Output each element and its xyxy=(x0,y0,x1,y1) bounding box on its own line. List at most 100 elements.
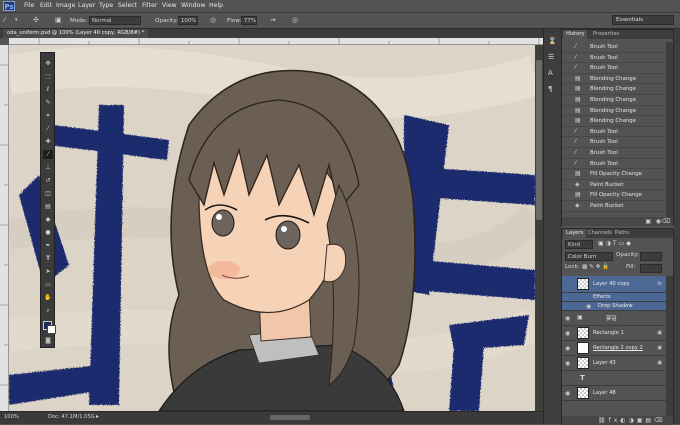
layer-fill-field[interactable] xyxy=(640,264,662,273)
move-tool-icon[interactable]: ✥ xyxy=(43,59,53,68)
history-item[interactable]: ▤ Fill Opacity Change xyxy=(562,169,666,180)
gradient-tool-icon[interactable]: ▤ xyxy=(43,202,53,211)
history-item[interactable]: ⁄ Brush Tool xyxy=(562,42,666,53)
eyedropper-tool-icon[interactable]: ⁄ xyxy=(43,124,53,133)
history-item[interactable]: ⁄ Brush Tool xyxy=(562,63,666,74)
layer-fx-icon[interactable]: fx xyxy=(657,281,662,287)
camera-icon[interactable]: ◉ xyxy=(656,218,661,225)
dodge-tool-icon[interactable]: ● xyxy=(43,228,53,237)
healing-tool-icon[interactable]: ✚ xyxy=(43,137,53,146)
brush-tool-icon[interactable]: ⁄ xyxy=(43,150,53,159)
history-scrollbar[interactable] xyxy=(666,42,673,217)
layer-footer-icons[interactable]: ⛓fx◐◑▣▤⌫ xyxy=(598,417,666,424)
history-item[interactable]: ▤ Blending Change xyxy=(562,95,666,106)
dropdown-arrow-icon[interactable]: ▾ xyxy=(15,15,18,25)
filter-icons[interactable]: ▣◑T▭◆ xyxy=(598,240,633,247)
history-brush-tool-icon[interactable]: ↺ xyxy=(43,176,53,185)
history-item[interactable]: ▤ Blending Change xyxy=(562,116,666,127)
status-menu-arrow-icon[interactable]: ▸ xyxy=(96,413,99,420)
eraser-tool-icon[interactable]: ◫ xyxy=(43,189,53,198)
airbrush-icon[interactable]: ⇝ xyxy=(270,15,276,25)
pressure-size-icon[interactable]: ◎ xyxy=(292,15,298,25)
hand-tool-icon[interactable]: ✋ xyxy=(43,293,53,302)
layer-row[interactable]: ◉ Rectangle 2 copy 2 ▣ xyxy=(562,341,666,356)
layer-row[interactable]: ◉ Layer 43 ▣ xyxy=(562,356,666,371)
lock-icons[interactable]: ▩✎✥🔒 xyxy=(582,264,611,270)
menu-filter[interactable]: Filter xyxy=(142,0,157,12)
mode-select[interactable]: Normal xyxy=(89,16,141,25)
visibility-toggle-icon[interactable]: ◉ xyxy=(565,345,570,352)
menu-type[interactable]: Type xyxy=(99,0,113,12)
history-item[interactable]: ▤ Fill Opacity Change xyxy=(562,190,666,201)
workspace-select[interactable]: Essentials xyxy=(612,15,674,25)
visibility-toggle-icon[interactable]: ◉ xyxy=(565,330,570,337)
trash-icon[interactable]: ⌫ xyxy=(662,218,670,225)
effect-visibility-icon[interactable]: ◉ xyxy=(586,303,591,310)
brush-preset-icon[interactable]: ✣ xyxy=(33,15,39,25)
layer-opacity-field[interactable] xyxy=(640,252,662,261)
pressure-opacity-icon[interactable]: ◎ xyxy=(210,15,216,25)
horizontal-scroll-thumb[interactable] xyxy=(270,415,310,420)
opacity-field[interactable]: 100% xyxy=(178,16,198,25)
tab-layers[interactable]: Layers xyxy=(563,229,587,238)
menu-layer[interactable]: Layer xyxy=(78,0,95,12)
tab-paths[interactable]: Paths xyxy=(612,229,632,238)
marquee-tool-icon[interactable]: ⬚ xyxy=(43,72,53,81)
zoom-tool-icon[interactable]: ⌕ xyxy=(43,306,53,315)
menu-file[interactable]: File xyxy=(24,0,34,12)
history-panel-icon[interactable]: ⌛ xyxy=(548,37,557,45)
character-panel-icon[interactable]: A xyxy=(548,69,553,77)
document-tab[interactable]: oda_uniform.psd @ 100% (Layer 40 copy, R… xyxy=(3,29,149,38)
blend-mode-select[interactable]: Color Burn xyxy=(565,252,613,261)
quick-mask-icon[interactable]: ◙ xyxy=(43,336,53,345)
document-canvas[interactable] xyxy=(9,45,535,411)
history-item[interactable]: ⁄ Brush Tool xyxy=(562,53,666,64)
layer-row[interactable]: Layer 40 copy fx xyxy=(562,276,666,293)
menu-window[interactable]: Window xyxy=(181,0,205,12)
pen-tool-icon[interactable]: ✒ xyxy=(43,241,53,250)
layer-row[interactable]: ◉ Rectangle 1 ▣ xyxy=(562,326,666,341)
layer-filter-kind[interactable]: Kind xyxy=(565,240,593,249)
crop-tool-icon[interactable]: ⌗ xyxy=(43,111,53,120)
brush-panel-icon[interactable]: ▣ xyxy=(55,15,62,25)
history-item[interactable]: ▤ Blending Change xyxy=(562,84,666,95)
panel-scrollbar[interactable] xyxy=(674,29,680,424)
new-document-icon[interactable]: ▣ xyxy=(645,218,651,225)
history-item[interactable]: ⁄ Brush Tool xyxy=(562,127,666,138)
clone-stamp-tool-icon[interactable]: ⊥ xyxy=(43,163,53,172)
visibility-toggle-icon[interactable]: ◉ xyxy=(565,390,570,397)
visibility-toggle-icon[interactable]: ◉ xyxy=(565,360,570,367)
brush-tool-icon[interactable]: ⁄ xyxy=(4,15,5,25)
tab-history[interactable]: History xyxy=(563,30,588,39)
quick-select-tool-icon[interactable]: ✎ xyxy=(43,98,53,107)
visibility-toggle-icon[interactable]: ◉ xyxy=(565,315,570,322)
blur-tool-icon[interactable]: ◆ xyxy=(43,215,53,224)
layer-effect-row[interactable]: ◉ Drop Shadow xyxy=(562,302,666,311)
menu-view[interactable]: View xyxy=(162,0,177,12)
menu-help[interactable]: Help xyxy=(209,0,223,12)
type-tool-icon[interactable]: T xyxy=(43,254,53,263)
history-item[interactable]: ▤ Blending Change xyxy=(562,74,666,85)
shape-tool-icon[interactable]: ▭ xyxy=(43,280,53,289)
scrollbar-thumb[interactable] xyxy=(536,60,542,220)
background-color-swatch[interactable] xyxy=(47,325,56,334)
history-item[interactable]: ⁄ Brush Tool xyxy=(562,159,666,170)
zoom-level[interactable]: 100% xyxy=(4,414,19,420)
path-select-tool-icon[interactable]: ➤ xyxy=(43,267,53,276)
lasso-tool-icon[interactable]: ℓ xyxy=(43,85,53,94)
menu-select[interactable]: Select xyxy=(118,0,137,12)
layer-effects-row[interactable]: Effects xyxy=(562,293,666,302)
properties-panel-icon[interactable]: ☰ xyxy=(548,53,554,61)
layer-row[interactable]: ◉ Layer 48 xyxy=(562,386,666,401)
menu-image[interactable]: Image xyxy=(56,0,75,12)
tab-channels[interactable]: Channels xyxy=(585,229,615,238)
paragraph-panel-icon[interactable]: ¶ xyxy=(548,85,552,93)
layer-row[interactable]: T xyxy=(562,371,666,386)
layer-row[interactable]: ◉ ▣ 夢冠 xyxy=(562,311,666,326)
menu-edit[interactable]: Edit xyxy=(40,0,52,12)
tab-properties[interactable]: Properties xyxy=(590,30,622,39)
history-item[interactable]: ◈ Paint Bucket xyxy=(562,201,666,212)
history-item[interactable]: ▤ Blending Change xyxy=(562,106,666,117)
history-item[interactable]: ⁄ Brush Tool xyxy=(562,137,666,148)
history-item[interactable]: ◈ Paint Bucket xyxy=(562,180,666,191)
